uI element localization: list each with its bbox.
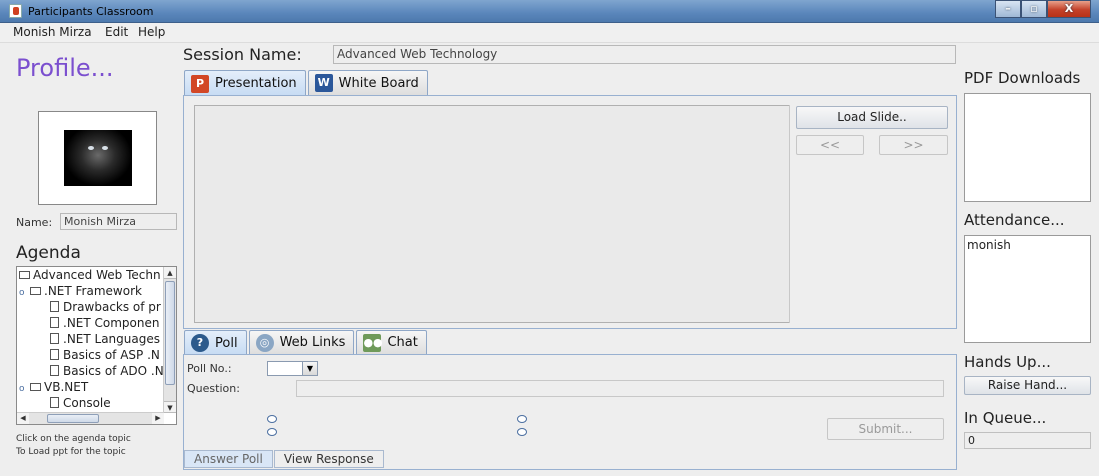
poll-number-label: Poll No.: (187, 362, 232, 375)
menu-user[interactable]: Monish Mirza (13, 25, 92, 39)
document-icon (50, 333, 59, 344)
scroll-up-arrow-icon[interactable]: ▲ (164, 267, 176, 279)
name-field: Monish Mirza (60, 213, 177, 230)
document-icon (50, 397, 59, 408)
java-icon (9, 4, 22, 18)
agenda-hint-line2: To Load ppt for the topic (16, 447, 126, 457)
tree-node[interactable]: .NET Componen (50, 315, 159, 331)
tree-node[interactable]: .NET Languages (50, 331, 160, 347)
agenda-hint-line1: Click on the agenda topic (16, 434, 131, 444)
tab-web-links[interactable]: ◎ Web Links (248, 330, 355, 354)
minimize-button[interactable]: – (995, 0, 1021, 18)
close-button[interactable]: X (1047, 0, 1091, 18)
tree-node[interactable]: o VB.NET (19, 379, 88, 395)
tab-chat[interactable]: ●● Chat (356, 330, 427, 354)
agenda-tree[interactable]: Advanced Web Techn o .NET Framework Drawb… (16, 266, 177, 425)
document-icon (50, 317, 59, 328)
document-icon (50, 301, 59, 312)
option-radio[interactable] (267, 415, 277, 423)
scroll-right-arrow-icon[interactable]: ▶ (152, 413, 164, 424)
document-icon (50, 365, 59, 376)
tree-node[interactable]: Basics of ADO .N (50, 363, 164, 379)
tree-vertical-scrollbar[interactable]: ▲ ▼ (163, 267, 176, 413)
avatar (64, 130, 132, 186)
globe-icon: ◎ (255, 333, 274, 352)
poll-number-select[interactable]: ▼ (267, 361, 318, 376)
tab-white-board[interactable]: W White Board (307, 70, 428, 95)
submit-button[interactable]: Submit... (827, 418, 944, 440)
app-window: Participants Classroom – ▫ X Monish Mirz… (0, 0, 1099, 476)
pdf-downloads-list[interactable] (964, 93, 1091, 202)
tab-poll[interactable]: ? Poll (184, 330, 247, 355)
agenda-heading: Agenda (16, 243, 81, 263)
folder-icon (30, 383, 41, 391)
list-item[interactable]: monish (967, 238, 1088, 252)
option-radio[interactable] (517, 415, 527, 423)
profile-heading: Profile... (16, 54, 114, 82)
divider (789, 105, 790, 323)
avatar-frame (38, 111, 157, 205)
name-label: Name: (16, 216, 53, 229)
hands-up-heading: Hands Up... (964, 353, 1051, 371)
option-radio[interactable] (517, 428, 527, 436)
attendance-heading: Attendance... (964, 211, 1065, 229)
scroll-left-arrow-icon[interactable]: ◀ (17, 413, 29, 424)
queue-count-field: 0 (964, 432, 1091, 449)
menu-bar: Monish Mirza Edit Help (0, 23, 1099, 43)
previous-slide-button[interactable]: << (796, 135, 864, 155)
menu-help[interactable]: Help (138, 25, 165, 39)
scroll-thumb[interactable] (165, 281, 175, 385)
maximize-button[interactable]: ▫ (1021, 0, 1047, 18)
pdf-downloads-heading: PDF Downloads (964, 69, 1081, 87)
attendance-list[interactable]: monish (964, 235, 1091, 343)
window-title: Participants Classroom (28, 5, 154, 18)
chevron-down-icon[interactable]: ▼ (302, 362, 317, 375)
question-field (296, 380, 944, 397)
load-slide-button[interactable]: Load Slide.. (796, 106, 948, 129)
raise-hand-button[interactable]: Raise Hand... (964, 376, 1091, 395)
title-bar[interactable]: Participants Classroom – ▫ X (0, 0, 1099, 23)
tab-presentation[interactable]: P Presentation (184, 70, 306, 96)
powerpoint-icon: P (191, 74, 209, 93)
tree-node[interactable]: Console (50, 395, 111, 411)
tree-node[interactable]: o .NET Framework (19, 283, 142, 299)
expand-handle-icon[interactable]: o (19, 381, 27, 397)
document-icon (50, 349, 59, 360)
question-label: Question: (187, 382, 240, 395)
scroll-thumb[interactable] (47, 414, 99, 423)
tree-node[interactable]: Basics of ASP .N (50, 347, 160, 363)
menu-edit[interactable]: Edit (105, 25, 128, 39)
next-slide-button[interactable]: >> (879, 135, 948, 155)
in-queue-heading: In Queue... (964, 409, 1047, 427)
slide-viewer[interactable] (194, 105, 790, 323)
expand-handle-icon[interactable]: o (19, 285, 27, 301)
tab-answer-poll[interactable]: Answer Poll (184, 450, 273, 468)
session-name-label: Session Name: (183, 45, 302, 64)
tree-node[interactable]: Advanced Web Techn (19, 267, 161, 283)
question-icon: ? (191, 334, 209, 352)
people-icon: ●● (363, 333, 383, 352)
tree-node[interactable]: Drawbacks of pr (50, 299, 161, 315)
scroll-down-arrow-icon[interactable]: ▼ (164, 401, 176, 413)
folder-icon (30, 287, 41, 295)
option-radio[interactable] (267, 428, 277, 436)
folder-icon (19, 271, 30, 279)
tab-view-response[interactable]: View Response (273, 450, 384, 468)
tree-horizontal-scrollbar[interactable]: ◀ ▶ (17, 412, 164, 424)
session-name-field: Advanced Web Technology (333, 45, 956, 64)
word-icon: W (314, 74, 333, 92)
